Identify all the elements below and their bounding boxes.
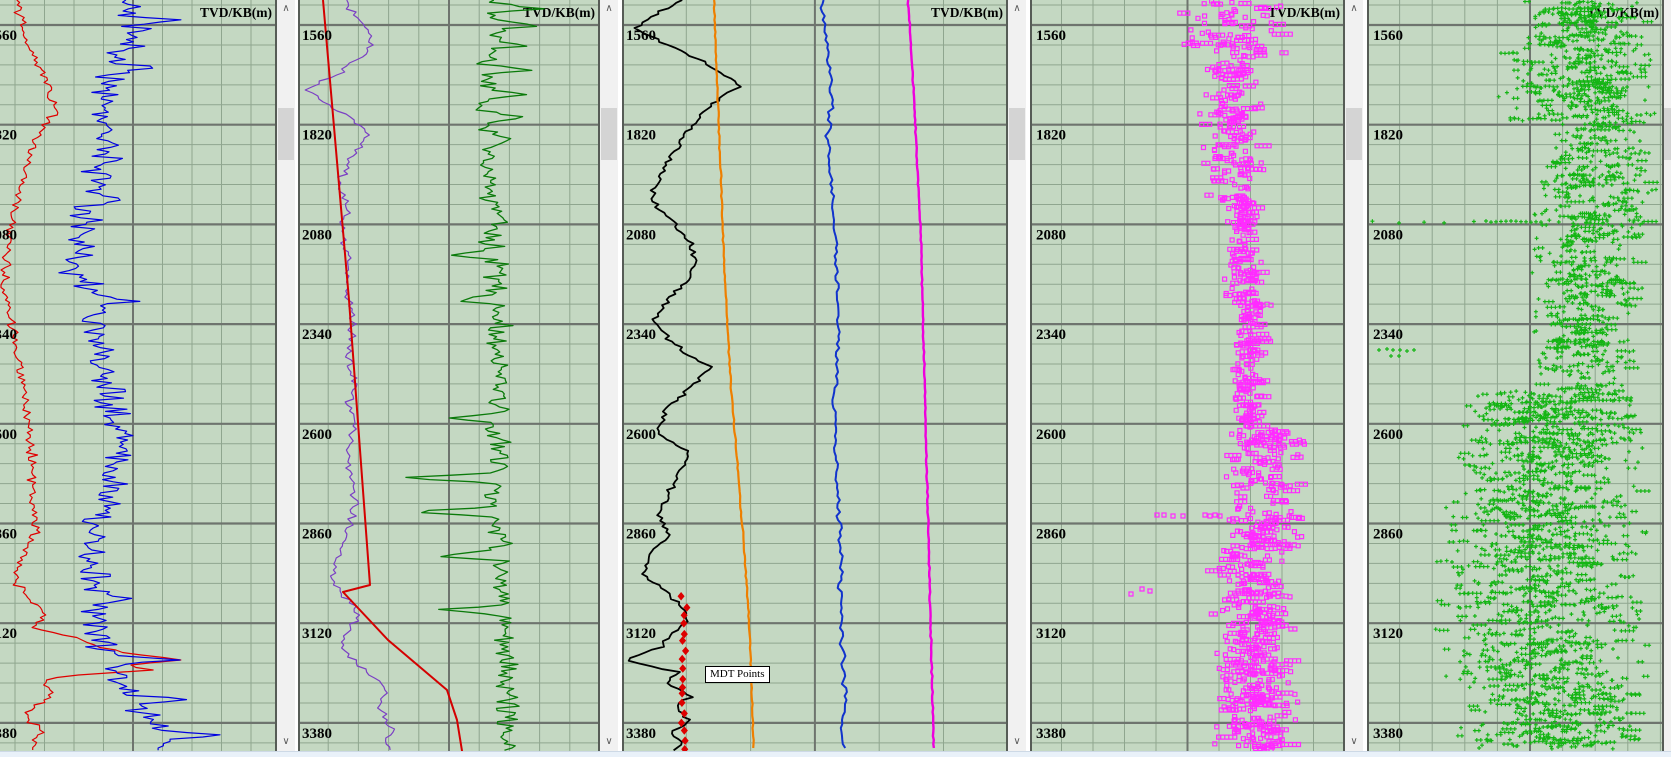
depth-tick-label: 2600 bbox=[626, 427, 656, 443]
track-3-plot[interactable]: TVD/KB(m) 1560 1820 2080 2340 2600 2860 3120 338… bbox=[622, 0, 1008, 751]
scrollbar-thumb[interactable] bbox=[1009, 108, 1025, 160]
track-4-plot[interactable]: TVD/KB(m)1560182020802340260028603120338… bbox=[1030, 0, 1345, 751]
depth-axis-header: TVD/KB(m) bbox=[200, 5, 272, 20]
depth-tick-label: 2860 bbox=[302, 527, 332, 543]
depth-tick-label: 2860 bbox=[0, 527, 17, 543]
depth-tick-label: 3120 bbox=[1036, 626, 1066, 642]
scrollbar-thumb[interactable] bbox=[1664, 108, 1671, 160]
depth-tick-label: 1820 bbox=[1036, 128, 1066, 144]
scrollbar-thumb[interactable] bbox=[601, 108, 617, 160]
depth-tick-label: 3120 bbox=[302, 626, 332, 642]
log-track-4: TVD/KB(m)1560182020802340260028603120338… bbox=[1030, 0, 1345, 751]
scroll-up-button[interactable]: ∧ bbox=[600, 1, 618, 17]
track-5-scrollbar[interactable] bbox=[1664, 0, 1671, 751]
scroll-up-button[interactable]: ∧ bbox=[1345, 1, 1363, 17]
log-track-3: TVD/KB(m) 1560 1820 2080 2340 2600 2860 3120 338… bbox=[622, 0, 1008, 751]
horizontal-scrollbar-area[interactable] bbox=[0, 751, 1671, 757]
depth-tick-label: 3380 bbox=[0, 726, 17, 742]
depth-tick-label: 3380 bbox=[302, 726, 332, 742]
scroll-down-button[interactable]: ∨ bbox=[600, 734, 618, 750]
depth-tick-label: 1560 bbox=[0, 28, 17, 44]
track-3-scrollbar[interactable]: ∧ ∨ bbox=[1008, 0, 1026, 751]
depth-tick-label: 2080 bbox=[302, 227, 332, 243]
depth-tick-label: 2600 bbox=[302, 427, 332, 443]
track-2-plot[interactable]: TVD/KB(m)1560182020802340260028603120338… bbox=[298, 0, 600, 751]
depth-axis-header: TVD/KB(m) bbox=[931, 5, 1003, 20]
depth-tick-label: 1820 bbox=[302, 128, 332, 144]
log-track-1: TVD/KB(m) 1560 1820 2080 2340 2600 2860 3120 338… bbox=[0, 0, 277, 751]
depth-tick-label: 3120 bbox=[0, 626, 17, 642]
scrollbar-thumb[interactable] bbox=[278, 108, 294, 160]
depth-tick-label: 2600 bbox=[1373, 427, 1403, 443]
chevron-up-icon: ∧ bbox=[1350, 4, 1357, 14]
depth-tick-label: 1560 bbox=[626, 28, 656, 44]
depth-tick-label: 1820 bbox=[626, 128, 656, 144]
depth-tick-label: 1560 bbox=[302, 28, 332, 44]
depth-tick-label: 3380 bbox=[1373, 726, 1403, 742]
depth-tick-label: 2080 bbox=[1373, 227, 1403, 243]
track-1-plot[interactable]: TVD/KB(m) 1560 1820 2080 2340 2600 2860 3120 338… bbox=[0, 0, 277, 751]
depth-tick-label: 2600 bbox=[1036, 427, 1066, 443]
depth-tick-label: 1560 bbox=[1373, 28, 1403, 44]
track-4-scrollbar[interactable]: ∧ ∨ bbox=[1345, 0, 1363, 751]
scroll-down-button[interactable]: ∨ bbox=[1008, 734, 1026, 750]
depth-tick-label: 1820 bbox=[0, 128, 17, 144]
depth-tick-label: 2860 bbox=[1373, 527, 1403, 543]
depth-tick-label: 1820 bbox=[1373, 128, 1403, 144]
depth-tick-label: 2080 bbox=[0, 227, 17, 243]
depth-tick-label: 2860 bbox=[1036, 527, 1066, 543]
depth-tick-label: 1560 bbox=[1036, 28, 1066, 44]
track-1-scrollbar[interactable]: ∧ ∨ bbox=[277, 0, 295, 751]
depth-tick-label: 3380 bbox=[626, 726, 656, 742]
track-5-plot[interactable]: TVD/KB(m)1560182020802340260028603120338… bbox=[1367, 0, 1664, 751]
chevron-down-icon: ∨ bbox=[605, 737, 612, 747]
depth-tick-label: 2340 bbox=[1373, 327, 1403, 343]
log-track-2: TVD/KB(m)1560182020802340260028603120338… bbox=[298, 0, 600, 751]
scroll-up-button[interactable]: ∧ bbox=[1008, 1, 1026, 17]
log-track-5: TVD/KB(m)1560182020802340260028603120338… bbox=[1367, 0, 1664, 751]
chevron-down-icon: ∨ bbox=[1350, 737, 1357, 747]
chevron-up-icon: ∧ bbox=[282, 4, 289, 14]
well-log-viewer: TVD/KB(m) 1560 1820 2080 2340 2600 2860 3120 338… bbox=[0, 0, 1671, 757]
depth-tick-label: 2600 bbox=[0, 427, 17, 443]
scrollbar-thumb[interactable] bbox=[1346, 108, 1362, 160]
chevron-up-icon: ∧ bbox=[605, 4, 612, 14]
chevron-down-icon: ∨ bbox=[282, 737, 289, 747]
depth-tick-label: 2340 bbox=[302, 327, 332, 343]
depth-tick-label: 3120 bbox=[1373, 626, 1403, 642]
depth-tick-label: 2340 bbox=[0, 327, 17, 343]
chevron-up-icon: ∧ bbox=[1013, 4, 1020, 14]
depth-tick-label: 2340 bbox=[626, 327, 656, 343]
depth-tick-label: 3120 bbox=[626, 626, 656, 642]
scroll-down-button[interactable]: ∨ bbox=[1345, 734, 1363, 750]
scroll-up-button[interactable]: ∧ bbox=[277, 1, 295, 17]
depth-tick-label: 2860 bbox=[626, 527, 656, 543]
track-2-scrollbar[interactable]: ∧ ∨ bbox=[600, 0, 618, 751]
mdt-points-annotation: MDT Points bbox=[705, 666, 770, 683]
depth-tick-label: 3380 bbox=[1036, 726, 1066, 742]
depth-tick-label: 2080 bbox=[1036, 227, 1066, 243]
depth-tick-label: 2080 bbox=[626, 227, 656, 243]
scroll-down-button[interactable]: ∨ bbox=[277, 734, 295, 750]
depth-tick-label: 2340 bbox=[1036, 327, 1066, 343]
chevron-down-icon: ∨ bbox=[1013, 737, 1020, 747]
